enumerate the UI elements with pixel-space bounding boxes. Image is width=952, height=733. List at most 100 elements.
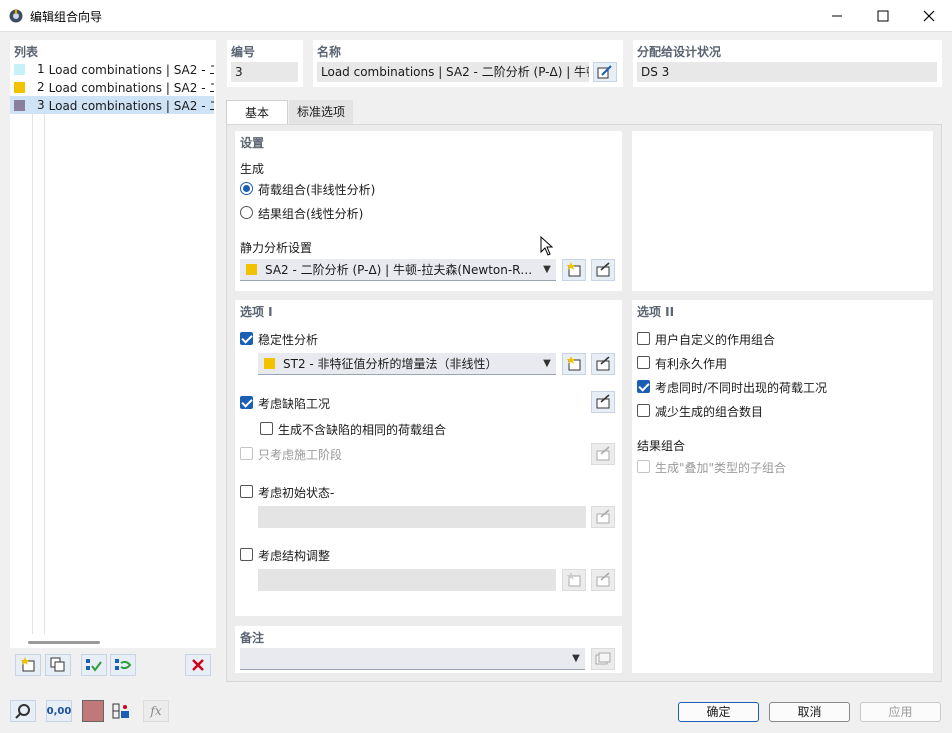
initial-state-select[interactable] [258, 506, 586, 528]
static-analysis-select[interactable]: SA2 - 二阶分析 (P-Δ) | 牛顿-拉夫森(Newton-Raphson… [240, 259, 556, 281]
new-structure-modification-button[interactable] [562, 569, 586, 591]
list-item[interactable]: 2 Load combinations | SA2 - 二阶分析 (P-Δ) |… [10, 78, 214, 96]
favorable-permanent-checkbox[interactable] [637, 356, 650, 369]
name-label: 名称 [317, 45, 342, 59]
design-situation-panel: 分配给设计状况 DS 3 [633, 40, 942, 87]
tree-line [32, 114, 33, 634]
edit-structure-modification-button[interactable] [591, 569, 615, 591]
options-2-title: 选项 II [637, 305, 675, 319]
edit-stability-analysis-button[interactable] [591, 353, 615, 375]
display-icon [112, 703, 129, 719]
precision-icon: 0,00 [46, 705, 72, 717]
user-defined-checkbox[interactable] [637, 332, 650, 345]
uncheck-all-button[interactable] [110, 654, 136, 676]
tab-basic[interactable]: 基本 [226, 100, 288, 124]
uncheck-list-icon [115, 659, 132, 670]
notes-select[interactable]: ▼ [240, 648, 585, 670]
edit-initial-state-button[interactable] [591, 506, 615, 528]
display-options-button[interactable] [108, 700, 134, 722]
maximize-icon [877, 10, 889, 22]
result-combination-radio[interactable] [240, 206, 253, 219]
edit-name-button[interactable] [593, 62, 617, 82]
simultaneous-label: 考虑同时/不同时出现的荷载工况 [655, 381, 828, 395]
apply-button[interactable]: 应用 [860, 702, 941, 722]
formula-button[interactable]: fx [143, 700, 169, 722]
list-item[interactable]: 1 Load combinations | SA2 - 二阶分析 (P-Δ) |… [10, 60, 214, 78]
structure-modification-select[interactable] [258, 569, 556, 591]
maximize-button[interactable] [860, 0, 906, 32]
simultaneous-checkbox[interactable] [637, 380, 650, 393]
no-imperfection-label: 生成不含缺陷的相同的荷载组合 [278, 423, 447, 437]
minimize-icon [832, 15, 842, 17]
chevron-down-icon: ▼ [543, 358, 551, 369]
name-field[interactable]: Load combinations | SA2 - 二阶分析 (P-Δ) | 牛… [317, 62, 589, 82]
color-picker-button[interactable] [82, 700, 104, 722]
imperfection-label: 考虑缺陷工况 [258, 397, 331, 411]
edit-imperfection-button[interactable] [591, 391, 615, 413]
color-swatch [14, 99, 25, 111]
delete-icon [192, 659, 204, 671]
stability-analysis-checkbox[interactable] [240, 332, 253, 345]
options-2-panel: 选项 II 用户自定义的作用组合 有利永久作用 考虑同时/不同时出现的荷载工况 … [632, 300, 933, 673]
close-button[interactable] [906, 0, 952, 32]
structure-modification-checkbox[interactable] [240, 548, 253, 561]
no-imperfection-checkbox[interactable] [260, 422, 273, 435]
chevron-down-icon: ▼ [543, 264, 551, 275]
cancel-button[interactable]: 取消 [769, 702, 850, 722]
notes-panel: 备注 ▼ [235, 626, 622, 673]
superposition-checkbox[interactable] [637, 460, 650, 473]
superposition-label: 生成"叠加"类型的子组合 [655, 461, 787, 475]
static-analysis-label: 静力分析设置 [240, 241, 313, 255]
list-item[interactable]: 3 Load combinations | SA2 - 二阶分析 (P-Δ) |… [10, 96, 214, 114]
result-combination-label: 结果组合(线性分析) [258, 207, 364, 221]
list-header: 列表 [14, 45, 39, 59]
load-combination-radio[interactable] [240, 182, 253, 195]
edit-item-icon [596, 509, 610, 524]
new-item-icon [566, 356, 581, 371]
reduce-combinations-checkbox[interactable] [637, 404, 650, 417]
search-button[interactable] [10, 700, 36, 722]
close-icon [923, 10, 935, 22]
copy-icon [50, 657, 65, 672]
stability-analysis-select[interactable]: ST2 - 非特征值分析的增量法（非线性） ▼ [258, 353, 556, 375]
color-swatch [264, 358, 275, 369]
settings-panel: 设置 生成 荷载组合(非线性分析) 结果组合(线性分析) 静力分析设置 SA2 … [235, 131, 622, 291]
number-panel: 编号 3 [227, 40, 303, 87]
settings-title: 设置 [240, 136, 265, 150]
library-icon [595, 652, 611, 665]
initial-state-checkbox[interactable] [240, 485, 253, 498]
check-list-icon [86, 659, 102, 672]
copy-combination-button[interactable] [45, 654, 71, 676]
new-item-icon [566, 262, 581, 277]
app-icon [9, 9, 23, 23]
design-situation-label: 分配给设计状况 [637, 45, 722, 59]
imperfection-checkbox[interactable] [240, 396, 253, 409]
new-static-analysis-button[interactable] [562, 259, 586, 281]
new-item-icon [566, 572, 581, 587]
edit-construction-button[interactable] [591, 443, 615, 465]
stability-analysis-label: 稳定性分析 [258, 333, 319, 347]
check-all-button[interactable] [81, 654, 107, 676]
color-swatch [14, 63, 25, 75]
minimize-button[interactable] [814, 0, 860, 32]
edit-item-icon [596, 446, 610, 461]
edit-icon [597, 65, 612, 79]
number-field: 3 [231, 62, 298, 82]
delete-combination-button[interactable] [185, 654, 211, 676]
tab-standard-options[interactable]: 标准选项 [289, 100, 353, 124]
list-panel: 列表 1 Load combinations | SA2 - 二阶分析 (P-Δ… [10, 40, 216, 680]
design-situation-field: DS 3 [637, 62, 937, 82]
new-combination-button[interactable] [15, 654, 41, 676]
new-stability-analysis-button[interactable] [562, 353, 586, 375]
precision-button[interactable]: 0,00 [46, 700, 72, 722]
ok-button[interactable]: 确定 [678, 702, 759, 722]
construction-stage-checkbox[interactable] [240, 447, 253, 460]
edit-static-analysis-button[interactable] [591, 259, 615, 281]
notes-library-button[interactable] [591, 648, 615, 670]
edit-item-icon [596, 394, 610, 409]
name-panel: 名称 Load combinations | SA2 - 二阶分析 (P-Δ) … [313, 40, 623, 87]
reduce-combinations-label: 减少生成的组合数目 [655, 405, 764, 419]
horizontal-scrollbar[interactable] [28, 641, 100, 644]
structure-modification-label: 考虑结构调整 [258, 549, 331, 563]
mouse-cursor-icon [540, 236, 554, 256]
